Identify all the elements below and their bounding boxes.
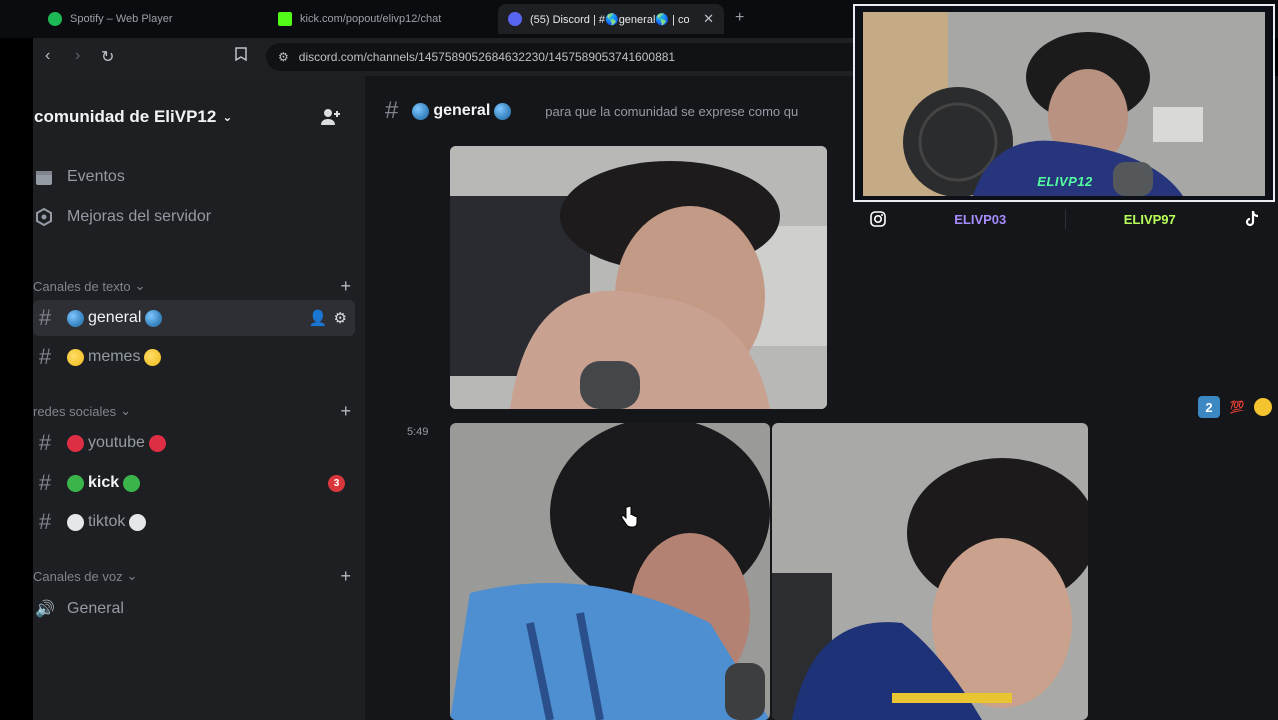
white-circle-icon bbox=[129, 513, 147, 531]
hash-icon: # bbox=[38, 509, 52, 534]
new-tab-icon[interactable]: + bbox=[735, 9, 744, 27]
channel-name: kick bbox=[88, 474, 120, 491]
green-circle-icon bbox=[67, 474, 84, 492]
red-circle-icon bbox=[148, 434, 166, 452]
tab-kick[interactable]: kick.com/popout/elivp12/chat bbox=[268, 4, 493, 34]
sidebar-item-label: Mejoras del servidor bbox=[67, 208, 212, 225]
laughing-reaction[interactable]: 😆 bbox=[1254, 398, 1272, 416]
tab-label: Spotify – Web Player bbox=[70, 13, 173, 25]
url-input[interactable]: ⚙ discord.com/channels/14575890526846322… bbox=[266, 43, 866, 71]
bookmark-icon[interactable] bbox=[235, 47, 247, 66]
divider bbox=[1064, 209, 1066, 229]
channel-youtube[interactable]: # youtube bbox=[33, 425, 355, 461]
laughing-emoji-icon bbox=[67, 348, 84, 366]
spotify-icon bbox=[48, 12, 62, 26]
photo-image bbox=[772, 423, 1088, 720]
channel-topic: para que la comunidad se exprese como qu bbox=[545, 103, 799, 119]
forward-icon[interactable]: › bbox=[75, 47, 80, 65]
hand-cursor-icon bbox=[621, 505, 638, 528]
site-settings-icon[interactable]: ⚙ bbox=[278, 50, 289, 64]
category-canales-de-texto[interactable]: Canales de texto ⌄ + bbox=[33, 276, 351, 297]
tab-label: (55) Discord | #🌎general🌎 | co bbox=[530, 13, 690, 26]
close-tab-icon[interactable]: ✕ bbox=[703, 11, 714, 27]
channel-sidebar: comunidad de EliVP12 ⌄ Eventos Mejoras d… bbox=[33, 76, 365, 720]
category-redes-sociales[interactable]: redes sociales ⌄ + bbox=[33, 401, 351, 422]
tab-discord[interactable]: (55) Discord | #🌎general🌎 | co ✕ bbox=[498, 4, 724, 34]
tiktok-icon bbox=[1245, 210, 1259, 227]
channel-tiktok[interactable]: # tiktok bbox=[33, 504, 355, 540]
tiktok-handle: ELIVP97 bbox=[1123, 211, 1176, 227]
tab-label: kick.com/popout/elivp12/chat bbox=[300, 13, 442, 25]
mention-badge: 3 bbox=[328, 474, 345, 492]
discord-icon bbox=[508, 12, 522, 26]
tab-spotify[interactable]: Spotify – Web Player bbox=[38, 4, 263, 34]
chevron-down-icon: ⌄ bbox=[222, 110, 233, 124]
instagram-handle: ELIVP03 bbox=[954, 211, 1007, 227]
speaker-icon: 🔊 bbox=[35, 601, 55, 618]
hash-icon: # bbox=[38, 305, 52, 330]
photo-image bbox=[450, 146, 827, 409]
channel-name: youtube bbox=[88, 434, 145, 451]
white-circle-icon bbox=[67, 513, 84, 531]
image-attachment[interactable] bbox=[450, 146, 827, 409]
message-reactions: 2 💯 😆 bbox=[1198, 396, 1272, 418]
hash-icon: # bbox=[38, 344, 52, 369]
webcam-overlay: ELIVP12 bbox=[853, 4, 1275, 202]
add-channel-icon[interactable]: + bbox=[340, 276, 351, 297]
image-attachment[interactable] bbox=[772, 423, 1088, 720]
url-text: discord.com/channels/1457589052684632230… bbox=[298, 50, 676, 64]
invite-member-icon[interactable] bbox=[319, 106, 341, 128]
keycap-reaction[interactable]: 2 bbox=[1198, 396, 1220, 418]
gear-icon[interactable]: ⚙ bbox=[334, 309, 347, 327]
boost-icon bbox=[33, 206, 55, 228]
channel-title: general bbox=[433, 102, 491, 119]
channel-name: general bbox=[88, 309, 142, 326]
image-attachment[interactable] bbox=[450, 423, 770, 720]
address-bar: ‹ › ↻ ⚙ discord.com/channels/14575890526… bbox=[33, 38, 866, 76]
chevron-down-icon: ⌄ bbox=[134, 278, 146, 293]
hash-icon: # bbox=[38, 430, 52, 455]
reload-icon[interactable]: ↻ bbox=[101, 47, 114, 67]
calendar-icon bbox=[33, 166, 55, 188]
chevron-down-icon: ⌄ bbox=[126, 568, 138, 583]
chevron-down-icon: ⌄ bbox=[120, 403, 132, 418]
hundred-reaction[interactable]: 💯 bbox=[1226, 396, 1248, 418]
sidebar-item-label: Eventos bbox=[67, 168, 125, 185]
channel-name: memes bbox=[88, 348, 141, 365]
webcam-feed bbox=[863, 12, 1265, 196]
red-circle-icon bbox=[67, 434, 84, 452]
globe-emoji-icon bbox=[145, 309, 163, 327]
server-name: comunidad de EliVP12 bbox=[34, 107, 217, 126]
laughing-emoji-icon bbox=[144, 348, 162, 366]
streamer-name: ELIVP12 bbox=[1037, 174, 1093, 189]
globe-emoji-icon bbox=[67, 309, 84, 327]
category-label: Canales de texto bbox=[33, 278, 131, 294]
message-timestamp: 5:49 bbox=[407, 426, 429, 438]
voice-channel-general[interactable]: 🔊 General bbox=[33, 591, 355, 627]
server-header[interactable]: comunidad de EliVP12 ⌄ bbox=[33, 76, 365, 158]
green-circle-icon bbox=[123, 474, 141, 492]
kick-icon bbox=[278, 12, 292, 26]
channel-name: General bbox=[67, 600, 124, 617]
channel-kick[interactable]: # kick 3 bbox=[33, 465, 355, 501]
add-channel-icon[interactable]: + bbox=[340, 566, 351, 587]
instagram-icon bbox=[870, 211, 886, 227]
globe-emoji-icon bbox=[412, 102, 430, 120]
add-channel-icon[interactable]: + bbox=[340, 401, 351, 422]
hash-icon: # bbox=[38, 470, 52, 495]
hash-icon: # bbox=[385, 97, 399, 124]
social-bar: ELIVP03 ELIVP97 bbox=[862, 204, 1268, 234]
invite-icon[interactable]: 👤 bbox=[309, 309, 328, 327]
sidebar-item-eventos[interactable]: Eventos bbox=[33, 166, 125, 188]
channel-name: tiktok bbox=[88, 513, 126, 530]
globe-emoji-icon bbox=[494, 102, 512, 120]
channel-memes[interactable]: # memes bbox=[33, 339, 355, 375]
back-icon[interactable]: ‹ bbox=[45, 47, 50, 65]
sidebar-item-mejoras[interactable]: Mejoras del servidor bbox=[33, 206, 211, 228]
category-canales-de-voz[interactable]: Canales de voz ⌄ + bbox=[33, 566, 351, 587]
photo-image bbox=[450, 423, 770, 720]
category-label: Canales de voz bbox=[33, 568, 123, 584]
channel-general[interactable]: # general 👤 ⚙ bbox=[33, 300, 355, 336]
category-label: redes sociales bbox=[33, 403, 117, 419]
